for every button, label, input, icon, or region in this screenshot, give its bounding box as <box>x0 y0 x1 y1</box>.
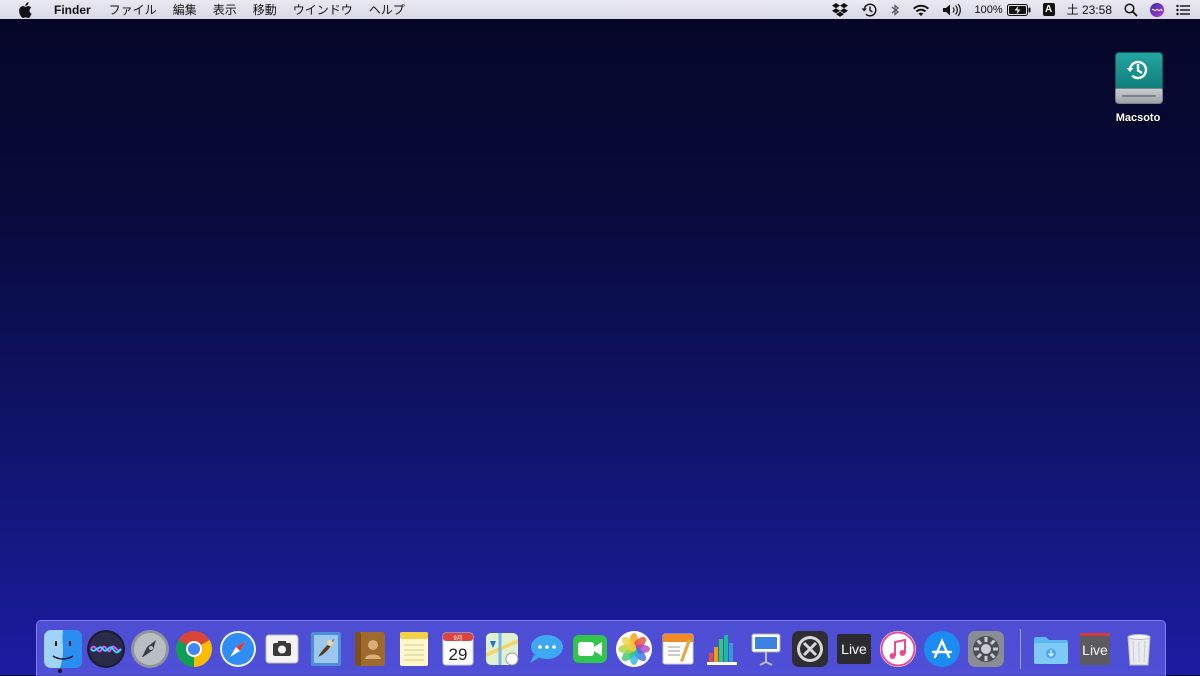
notification-center-icon[interactable] <box>1176 4 1190 16</box>
notes-icon[interactable] <box>393 628 435 670</box>
numbers-icon[interactable] <box>701 628 743 670</box>
calendar-day: 29 <box>449 645 468 664</box>
siri-icon[interactable] <box>85 628 127 670</box>
menu-view[interactable]: 表示 <box>205 1 245 18</box>
dock: 9月 29 Live Live <box>36 620 1166 676</box>
launchpad-icon[interactable] <box>129 628 171 670</box>
app-store-icon[interactable] <box>921 628 963 670</box>
desktop-icon-macsoto[interactable]: Macsoto <box>1108 52 1168 124</box>
photos-icon[interactable] <box>613 628 655 670</box>
bluetooth-icon[interactable] <box>890 3 900 17</box>
spotlight-search-icon[interactable] <box>1124 2 1138 17</box>
menu-bar: Finder ファイル 編集 表示 移動 ウインドウ ヘルプ 100% A 土 … <box>0 0 1200 19</box>
contacts-icon[interactable] <box>349 628 391 670</box>
battery-status[interactable]: 100% <box>974 3 1031 16</box>
live-document-icon[interactable]: Live <box>1074 628 1116 670</box>
menu-window[interactable]: ウインドウ <box>285 1 361 18</box>
calendar-icon[interactable]: 9月 29 <box>437 628 479 670</box>
messages-icon[interactable] <box>525 628 567 670</box>
menu-clock[interactable]: 土 23:58 <box>1067 1 1112 18</box>
live-document-label: Live <box>1082 642 1108 658</box>
downloads-folder-icon[interactable] <box>1030 628 1072 670</box>
battery-percent: 100% <box>974 3 1003 16</box>
time-machine-icon[interactable] <box>860 2 878 18</box>
siri-menu-icon[interactable] <box>1150 2 1164 17</box>
menu-file[interactable]: ファイル <box>101 1 165 18</box>
chrome-icon[interactable] <box>173 628 215 670</box>
input-source-indicator[interactable]: A <box>1042 3 1055 16</box>
battery-charging-icon <box>1006 3 1031 16</box>
menu-go[interactable]: 移動 <box>245 1 285 18</box>
menu-bar-left: Finder ファイル 編集 表示 移動 ウインドウ ヘルプ <box>0 0 413 19</box>
apple-menu-icon[interactable] <box>18 1 32 18</box>
itunes-icon[interactable] <box>877 628 919 670</box>
live-icon[interactable]: Live <box>833 628 875 670</box>
safari-icon[interactable] <box>217 628 259 670</box>
wifi-icon[interactable] <box>912 3 930 17</box>
pages-icon[interactable] <box>657 628 699 670</box>
finder-icon[interactable] <box>42 628 84 670</box>
mail-icon[interactable] <box>305 628 347 670</box>
desktop-icon-label: Macsoto <box>1115 112 1161 124</box>
dock-separator <box>1020 629 1021 669</box>
finder-running-indicator <box>58 669 62 673</box>
volume-icon[interactable] <box>942 3 962 17</box>
menu-bar-extras: 100% A 土 23:58 <box>820 0 1190 19</box>
gear-icon[interactable] <box>965 628 1007 670</box>
keynote-icon[interactable] <box>745 628 787 670</box>
live-app-label: Live <box>841 641 867 657</box>
menu-edit[interactable]: 編集 <box>165 1 205 18</box>
maps-icon[interactable] <box>481 628 523 670</box>
menu-help[interactable]: ヘルプ <box>361 1 413 18</box>
switch-icon[interactable] <box>789 628 831 670</box>
calendar-month: 9月 <box>453 635 462 642</box>
facetime-icon[interactable] <box>569 628 611 670</box>
dropbox-icon[interactable] <box>832 2 849 17</box>
trash-icon[interactable] <box>1118 628 1160 670</box>
time-machine-drive-icon <box>1115 52 1163 104</box>
screenshot-icon[interactable] <box>261 628 303 670</box>
menu-app-finder[interactable]: Finder <box>46 3 101 17</box>
input-source-badge: A <box>1042 3 1055 16</box>
